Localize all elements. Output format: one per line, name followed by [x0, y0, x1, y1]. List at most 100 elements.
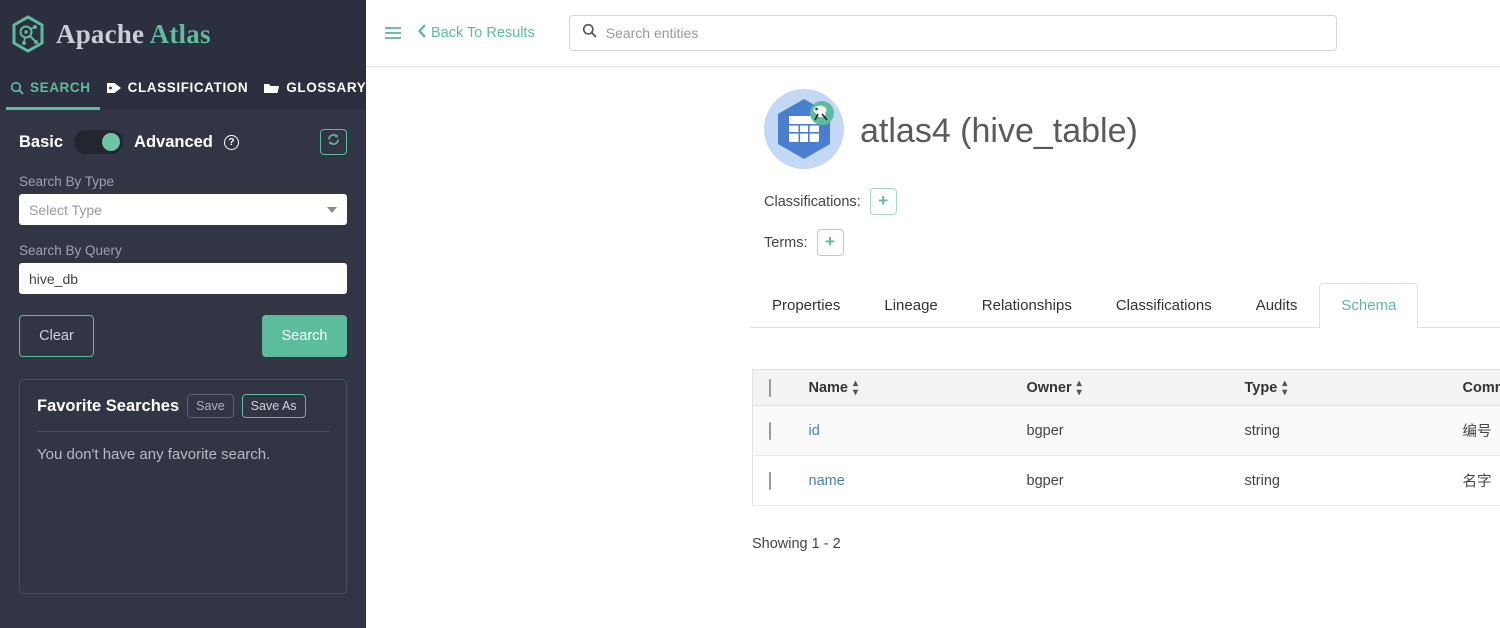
- folder-icon: [263, 81, 280, 95]
- entity-title-row: atlas4 (hive_table): [764, 89, 1500, 174]
- hive-table-entity-icon: [764, 89, 844, 174]
- sidebar-nav-tabs: SEARCH CLASSIFICATION GLOSSARY: [0, 68, 366, 110]
- back-to-results-label: Back To Results: [431, 25, 535, 41]
- tab-classifications[interactable]: Classifications: [1094, 283, 1234, 327]
- row-name-cell: name: [790, 455, 1009, 506]
- terms-label: Terms:: [764, 234, 808, 251]
- search-input[interactable]: [605, 25, 1324, 41]
- brand-title: Apache Atlas: [56, 19, 211, 50]
- table-row: name bgper string 名字 +: [752, 455, 1500, 506]
- sort-icon: ▴ ▾: [1076, 377, 1082, 398]
- table-header: Name▴▾ Owner▴▾ Type▴▾ Comment▴▾ Classifi…: [752, 369, 1500, 406]
- row-name-link[interactable]: name: [809, 473, 845, 489]
- column-header-name[interactable]: Name ▴ ▾: [790, 369, 1009, 406]
- table-footer: Showing 1 - 2 Page Limit : 25 ‹ 1 ›: [752, 528, 1500, 560]
- table-row: id bgper string 编号 +: [752, 405, 1500, 456]
- favorite-searches-empty-text: You don't have any favorite search.: [37, 446, 271, 463]
- column-header-owner[interactable]: Owner ▴ ▾: [1008, 369, 1227, 406]
- tab-relationships[interactable]: Relationships: [960, 283, 1094, 327]
- column-header-name-label: Name: [808, 379, 849, 396]
- column-header-type[interactable]: Type ▴ ▾: [1226, 369, 1445, 406]
- clear-button[interactable]: Clear: [19, 315, 94, 357]
- row-checkbox[interactable]: [769, 421, 771, 440]
- chevron-down-icon: [327, 206, 337, 213]
- hamburger-icon[interactable]: [382, 24, 404, 42]
- table-body: id bgper string 编号 + name bgper string 名…: [752, 405, 1500, 506]
- select-all-checkbox[interactable]: [769, 378, 771, 397]
- chevron-left-icon: [417, 24, 427, 42]
- sidebar-tab-classification-label: CLASSIFICATION: [127, 80, 249, 95]
- basic-advanced-toggle[interactable]: [74, 130, 124, 154]
- favorite-searches-panel: Favorite Searches Save Save As You don't…: [19, 379, 347, 594]
- sidebar-tab-search-label: SEARCH: [30, 80, 91, 95]
- column-header-comment[interactable]: Comment▴▾: [1444, 369, 1500, 406]
- row-select-cell: [752, 405, 791, 456]
- favorite-searches-header: Favorite Searches Save Save As: [37, 394, 329, 418]
- sidebar: Apache Atlas SEARCH CLASSIFICATION GLOSS…: [0, 0, 366, 628]
- search-by-query-input[interactable]: hive_db: [19, 263, 347, 294]
- tab-audits[interactable]: Audits: [1234, 283, 1320, 327]
- refresh-icon: [326, 132, 341, 152]
- schema-table: Name▴▾ Owner▴▾ Type▴▾ Comment▴▾ Classifi…: [752, 369, 1500, 506]
- sidebar-tab-classification[interactable]: CLASSIFICATION: [102, 68, 258, 110]
- row-owner-cell: bgper: [1008, 405, 1227, 456]
- sidebar-tab-search[interactable]: SEARCH: [6, 68, 100, 110]
- sidebar-tab-glossary[interactable]: GLOSSARY: [259, 68, 375, 110]
- table-header-row: Name▴▾ Owner▴▾ Type▴▾ Comment▴▾ Classifi…: [752, 369, 1500, 406]
- search-action-row: Clear Search: [19, 315, 347, 357]
- divider: [37, 431, 329, 432]
- row-select-cell: [752, 455, 791, 506]
- favorite-save-button[interactable]: Save: [187, 394, 234, 418]
- search-by-query-value: hive_db: [29, 270, 79, 287]
- atlas-hexagon-logo-icon: [10, 14, 46, 54]
- column-header-owner-label: Owner: [1026, 379, 1072, 396]
- row-type-cell: string: [1226, 455, 1445, 506]
- search-by-query-label: Search By Query: [19, 243, 122, 258]
- entity-search-box[interactable]: [568, 15, 1337, 51]
- row-name-cell: id: [790, 405, 1009, 456]
- search-icon: [10, 81, 24, 95]
- column-header-comment-label: Comment: [1462, 379, 1500, 396]
- row-type-cell: string: [1226, 405, 1445, 456]
- row-comment-cell: 名字: [1444, 455, 1500, 506]
- search-by-type-select[interactable]: Select Type: [19, 194, 347, 225]
- back-to-results-link[interactable]: Back To Results: [417, 24, 535, 42]
- row-owner-cell: bgper: [1008, 455, 1227, 506]
- search-button[interactable]: Search: [262, 315, 347, 357]
- tag-icon: [106, 81, 122, 95]
- search-icon: [582, 23, 597, 43]
- brand-word-atlas: Atlas: [149, 18, 211, 49]
- favorite-searches-title: Favorite Searches: [37, 396, 180, 415]
- sidebar-tab-glossary-label: GLOSSARY: [286, 80, 367, 95]
- entity-header: atlas4 (hive_table) Classifications: + T…: [366, 67, 1500, 256]
- row-name-link[interactable]: id: [809, 423, 820, 439]
- favorite-save-as-button[interactable]: Save As: [241, 394, 306, 418]
- main-content: Back To Results Search entities atlas4 (…: [366, 0, 1500, 628]
- search-mode-row: Basic Advanced ?: [19, 128, 347, 156]
- row-checkbox[interactable]: [769, 471, 771, 490]
- brand-header[interactable]: Apache Atlas: [0, 0, 366, 68]
- tab-lineage[interactable]: Lineage: [862, 283, 959, 327]
- advanced-mode-label[interactable]: Advanced: [134, 133, 213, 152]
- add-term-button[interactable]: +: [816, 229, 844, 256]
- sidebar-body: Basic Advanced ? Search By Type Select T…: [0, 110, 366, 594]
- terms-row: Terms: +: [764, 229, 1500, 256]
- refresh-button[interactable]: [320, 129, 347, 155]
- page-title: atlas4 (hive_table): [860, 112, 1138, 150]
- sort-icon: ▴ ▾: [853, 377, 859, 398]
- app-root: Apache Atlas SEARCH CLASSIFICATION GLOSS…: [0, 0, 1500, 628]
- basic-mode-label[interactable]: Basic: [19, 133, 63, 152]
- search-by-type-value: Select Type: [29, 201, 102, 218]
- show-historical-entities-row: Show historical entities: [750, 341, 1500, 357]
- add-classification-button[interactable]: +: [869, 188, 897, 215]
- showing-count-label: Showing 1 - 2: [752, 536, 841, 552]
- sort-icon: ▴ ▾: [1282, 377, 1288, 398]
- entity-tabs: Properties Lineage Relationships Classif…: [750, 283, 1500, 328]
- tab-schema[interactable]: Schema: [1319, 283, 1419, 328]
- search-by-type-label: Search By Type: [19, 174, 115, 189]
- brand-word-apache: Apache: [56, 18, 145, 49]
- classifications-row: Classifications: +: [764, 188, 1500, 215]
- tab-properties[interactable]: Properties: [750, 283, 862, 327]
- question-mark-icon[interactable]: ?: [223, 134, 239, 150]
- top-bar: Back To Results Search entities: [366, 0, 1500, 67]
